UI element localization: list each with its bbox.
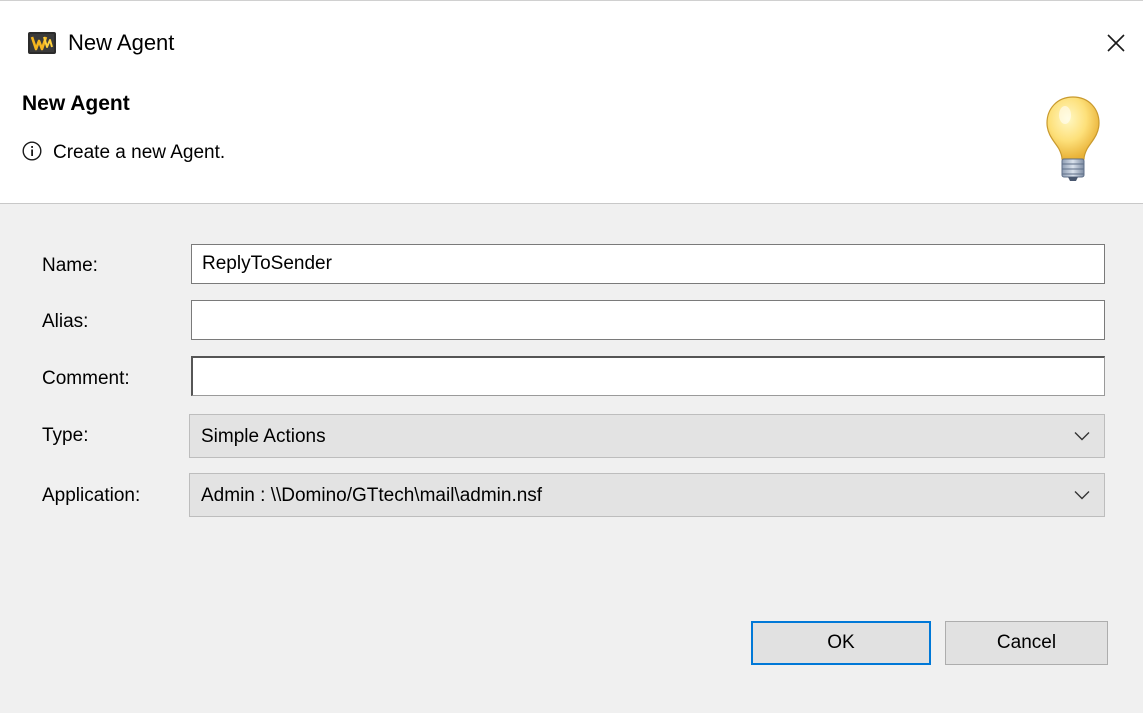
comment-input[interactable] xyxy=(191,356,1105,396)
type-selected-value: Simple Actions xyxy=(201,426,326,447)
info-icon xyxy=(22,141,42,161)
header-message: Create a new Agent. xyxy=(53,142,226,163)
type-select[interactable]: Simple Actions xyxy=(189,414,1105,458)
type-label: Type: xyxy=(42,425,89,446)
comment-label: Comment: xyxy=(42,368,130,389)
close-icon xyxy=(1107,34,1125,52)
new-agent-dialog: New Agent New Agent Create a new Agent. xyxy=(0,0,1143,713)
application-select[interactable]: Admin : \\Domino/GTtech\mail\admin.nsf xyxy=(189,473,1105,517)
alias-input[interactable] xyxy=(191,300,1105,340)
title-bar[interactable]: New Agent xyxy=(0,1,1143,79)
chevron-down-icon xyxy=(1074,432,1090,441)
lightbulb-icon xyxy=(1045,95,1101,183)
alias-label: Alias: xyxy=(42,311,89,332)
page-title: New Agent xyxy=(22,92,130,115)
ok-button[interactable]: OK xyxy=(751,621,931,665)
window-title: New Agent xyxy=(68,30,175,55)
application-selected-value: Admin : \\Domino/GTtech\mail\admin.nsf xyxy=(201,485,543,506)
chevron-down-icon xyxy=(1074,491,1090,500)
name-input[interactable] xyxy=(191,244,1105,284)
name-label: Name: xyxy=(42,255,98,276)
domino-designer-icon xyxy=(28,32,56,54)
close-button[interactable] xyxy=(1096,23,1136,63)
application-label: Application: xyxy=(42,485,141,506)
cancel-button[interactable]: Cancel xyxy=(945,621,1108,665)
